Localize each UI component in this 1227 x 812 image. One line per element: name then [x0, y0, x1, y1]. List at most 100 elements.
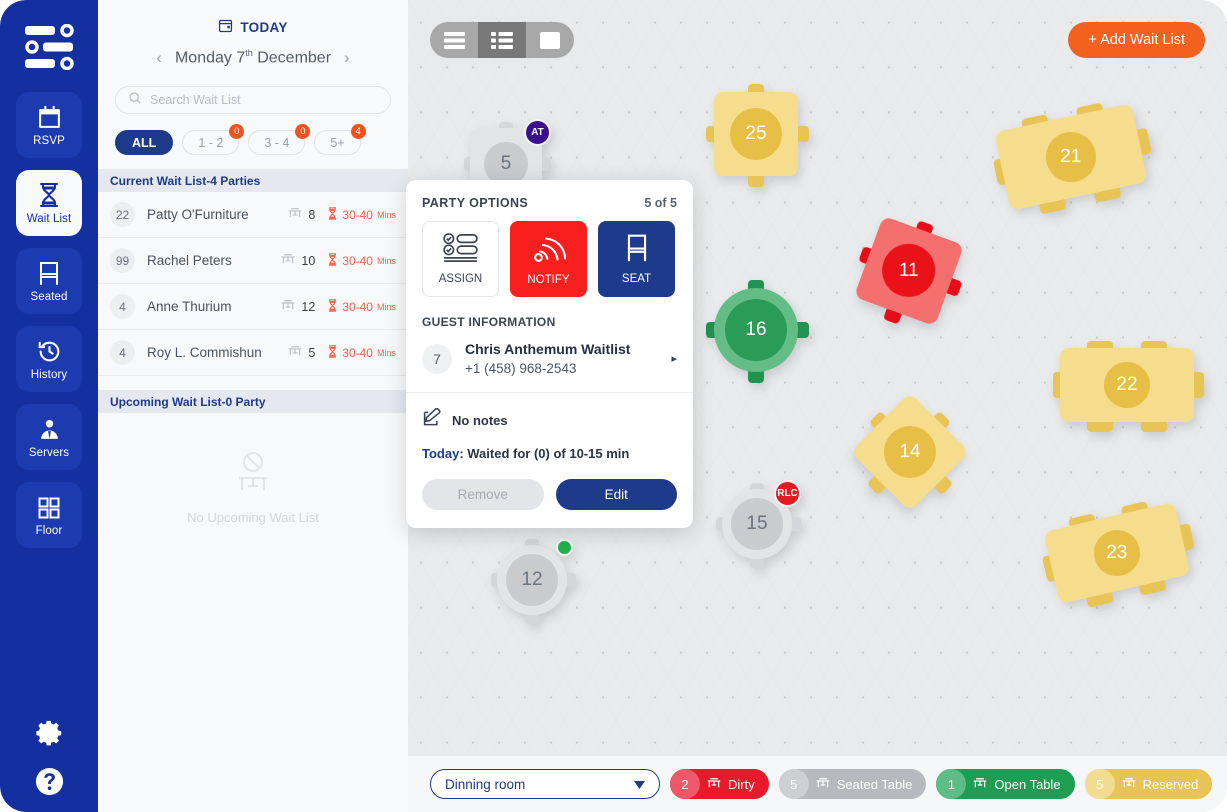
- floor-table[interactable]: 12: [490, 538, 577, 625]
- search-wait-list[interactable]: [115, 86, 391, 114]
- sidebar-item-servers[interactable]: Servers: [16, 404, 82, 470]
- table-number: 21: [1046, 132, 1096, 182]
- row-number: 99: [110, 248, 135, 273]
- table-row[interactable]: 4 Anne Thurium 12 30-40 Mins: [98, 284, 408, 330]
- row-number: 22: [110, 202, 135, 227]
- filter-5-plus[interactable]: 5+ 4: [314, 124, 366, 155]
- floor-table[interactable]: 14: [850, 392, 970, 512]
- seat-button[interactable]: SEAT: [598, 221, 675, 297]
- popup-actions: Remove Edit: [422, 479, 677, 510]
- sidebar-item-seated[interactable]: Seated: [16, 248, 82, 314]
- floor-table[interactable]: 22: [1053, 341, 1204, 432]
- hourglass-icon: [327, 344, 338, 361]
- waited-info: Today: Waited for (0) of 10-15 min: [422, 446, 677, 461]
- notify-button[interactable]: NOTIFY: [510, 221, 587, 297]
- room-selector[interactable]: Dinning room: [430, 769, 660, 799]
- hourglass-icon: [327, 298, 338, 315]
- pencil-icon: [422, 407, 443, 432]
- remove-button[interactable]: Remove: [422, 479, 544, 510]
- row-guest-name: Rachel Peters: [147, 253, 232, 268]
- hourglass-icon: [37, 182, 61, 208]
- table-status-badge[interactable]: RLC: [774, 480, 801, 507]
- notes-row[interactable]: No notes: [422, 407, 677, 432]
- popup-top: PARTY OPTIONS 5 of 5 ASSIGN NOTIFY SEAT …: [406, 180, 693, 392]
- next-day-button[interactable]: ›: [344, 48, 350, 68]
- clock-rewind-icon: [37, 338, 62, 364]
- sidebar-item-label: History: [30, 368, 68, 381]
- table-status-badge[interactable]: AT: [524, 119, 551, 146]
- legend-count: 5: [1084, 769, 1115, 799]
- floor-table[interactable]: 15 RLC: [715, 480, 802, 569]
- table-row[interactable]: 99 Rachel Peters 10 30-40 Mins: [98, 238, 408, 284]
- list-detail-icon[interactable]: [478, 22, 526, 58]
- legend-count: 1: [936, 769, 967, 799]
- row-number: 4: [110, 340, 135, 365]
- legend-label: Seated Table: [836, 776, 913, 792]
- filter-1-2[interactable]: 1 - 2 0: [182, 124, 245, 155]
- guest-details: Chris Anthemum Waitlist +1 (458) 968-254…: [465, 341, 630, 376]
- assign-label: ASSIGN: [438, 273, 483, 285]
- search-input[interactable]: [150, 93, 378, 107]
- gear-icon[interactable]: [32, 716, 66, 750]
- add-wait-list-button[interactable]: + Add Wait List: [1068, 22, 1205, 58]
- current-waitlist-rows: 22 Patty O'Furniture 8 30-40 Mins 99 Rach…: [98, 192, 408, 376]
- legend-item[interactable]: 2 Dirty: [670, 769, 769, 799]
- floor-table[interactable]: 23: [1042, 501, 1195, 608]
- floor-table[interactable]: 21: [992, 102, 1153, 215]
- chevron-right-icon[interactable]: ▸: [671, 352, 677, 365]
- legend-item[interactable]: 5 Reserved: [1084, 769, 1213, 799]
- guest-row[interactable]: 7 Chris Anthemum Waitlist +1 (458) 968-2…: [422, 329, 677, 392]
- current-waitlist-header: Current Wait List-4 Parties: [98, 169, 408, 192]
- sidebar-bottom-actions: [0, 716, 98, 798]
- row-wait-time: 30-40 Mins: [327, 252, 396, 269]
- legend-label: Open Table: [994, 776, 1061, 792]
- legend-item[interactable]: 5 Seated Table: [778, 769, 927, 799]
- popup-header: PARTY OPTIONS 5 of 5: [422, 196, 677, 210]
- filter-all[interactable]: ALL: [115, 130, 174, 155]
- edit-button[interactable]: Edit: [555, 479, 677, 510]
- floor-table[interactable]: 25: [706, 84, 809, 187]
- floor-table[interactable]: 11: [853, 215, 965, 327]
- sidebar-item-rsvp[interactable]: RSVP: [16, 92, 82, 158]
- hourglass-icon: [327, 206, 338, 223]
- app-logo-icon: [18, 16, 80, 78]
- sidebar-item-floor[interactable]: Floor: [16, 482, 82, 548]
- sidebar-item-label: Servers: [28, 446, 70, 459]
- assign-button[interactable]: ASSIGN: [422, 221, 499, 297]
- table-icon: [1122, 777, 1136, 792]
- party-option-buttons: ASSIGN NOTIFY SEAT: [422, 221, 677, 297]
- row-party-size: 5: [288, 345, 315, 360]
- table-number: 15: [731, 498, 783, 550]
- app-window: RSVP Wait List Seated History Servers Fl…: [0, 0, 1227, 812]
- sidebar-item-history[interactable]: History: [16, 326, 82, 392]
- legend-item[interactable]: 1 Open Table: [936, 769, 1075, 799]
- table-status-badge[interactable]: [555, 539, 573, 557]
- floor-table[interactable]: 16: [706, 280, 809, 383]
- filter-3-4[interactable]: 3 - 4 0: [248, 124, 311, 155]
- row-guest-name: Roy L. Commishun: [147, 345, 262, 360]
- sidebar-item-wait-list[interactable]: Wait List: [16, 170, 82, 236]
- view-toggle: [430, 22, 574, 58]
- upcoming-empty-state: No Upcoming Wait List: [98, 413, 408, 563]
- upcoming-waitlist-header: Upcoming Wait List-0 Party: [98, 390, 408, 413]
- no-waitlist-icon: [225, 451, 281, 504]
- table-row[interactable]: 22 Patty O'Furniture 8 30-40 Mins: [98, 192, 408, 238]
- prev-day-button[interactable]: ‹: [156, 48, 162, 68]
- calendar-icon: [218, 18, 233, 36]
- question-mark-icon[interactable]: [32, 764, 66, 798]
- list-rows-icon[interactable]: [430, 22, 478, 58]
- date-navigator: ‹ Monday 7th December ›: [98, 48, 408, 68]
- table-icon: [288, 207, 302, 222]
- table-row[interactable]: 4 Roy L. Commishun 5 30-40 Mins: [98, 330, 408, 376]
- card-icon[interactable]: [526, 22, 574, 58]
- search-icon: [128, 91, 142, 110]
- sidebar-item-label: RSVP: [33, 134, 65, 147]
- legend-label: Reserved: [1142, 776, 1199, 792]
- seat-label: SEAT: [621, 273, 652, 285]
- table-number: 23: [1094, 530, 1140, 576]
- notes-text: No notes: [452, 412, 508, 428]
- waited-prefix: Today: [422, 446, 460, 461]
- table-icon: [707, 777, 721, 792]
- calendar-icon: [37, 104, 62, 130]
- legend-label: Dirty: [728, 776, 755, 792]
